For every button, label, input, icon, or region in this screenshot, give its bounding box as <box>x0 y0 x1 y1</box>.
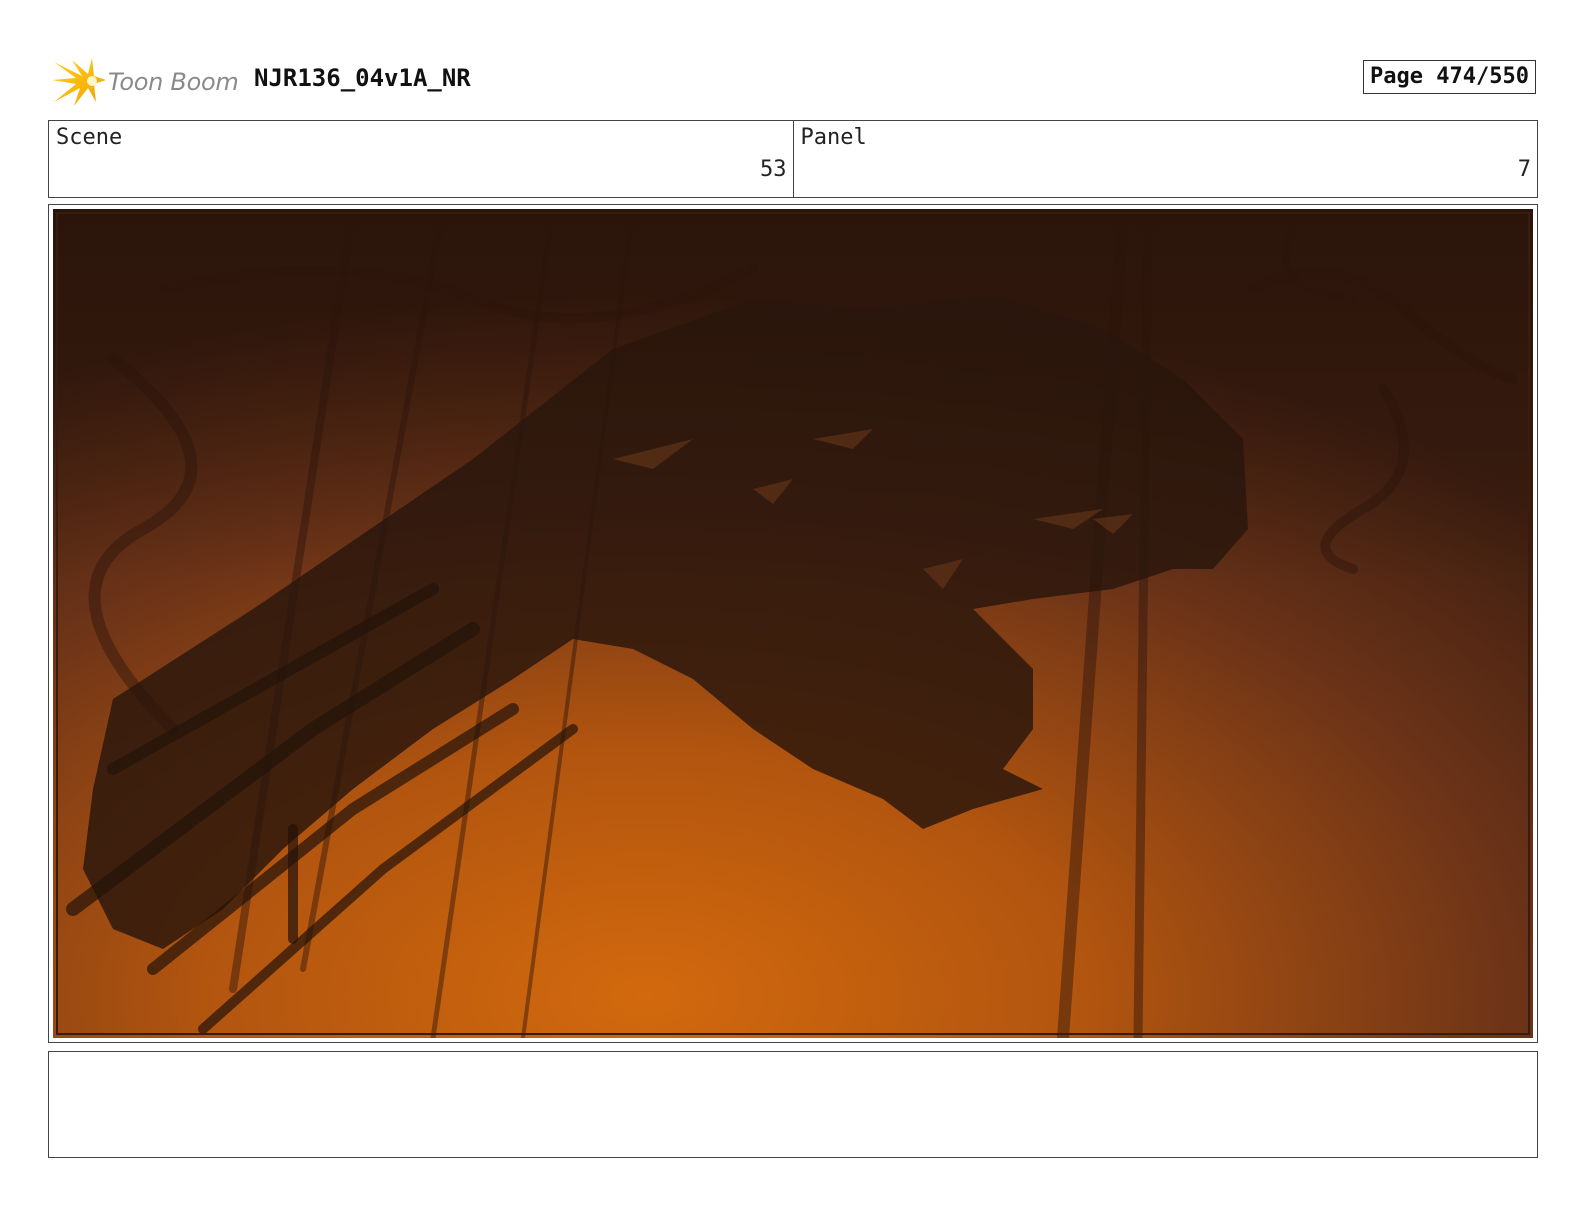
panel-number: 7 <box>1517 157 1531 182</box>
document-title: NJR136_04v1A_NR <box>254 64 471 92</box>
panel-label: Panel <box>800 125 867 150</box>
notes-box <box>48 1051 1538 1158</box>
toon-boom-logo: Toon Boom <box>52 56 239 108</box>
panel-frame <box>48 204 1538 1043</box>
scene-label: Scene <box>56 125 123 150</box>
page-indicator: Page 474/550 <box>1363 60 1536 94</box>
scene-cell: Scene 53 <box>49 121 793 197</box>
panel-cell: Panel 7 <box>792 121 1538 197</box>
page-header: Toon Boom NJR136_04v1A_NR Page 474/550 <box>48 52 1536 108</box>
scene-number: 53 <box>760 157 787 182</box>
sketch-canvas <box>53 209 1533 1038</box>
logo-text: Toon Boom <box>108 68 239 96</box>
scene-panel-info: Scene 53 Panel 7 <box>48 120 1538 198</box>
toon-boom-star-logo-icon <box>52 58 106 106</box>
storyboard-sketch-image <box>53 209 1533 1038</box>
